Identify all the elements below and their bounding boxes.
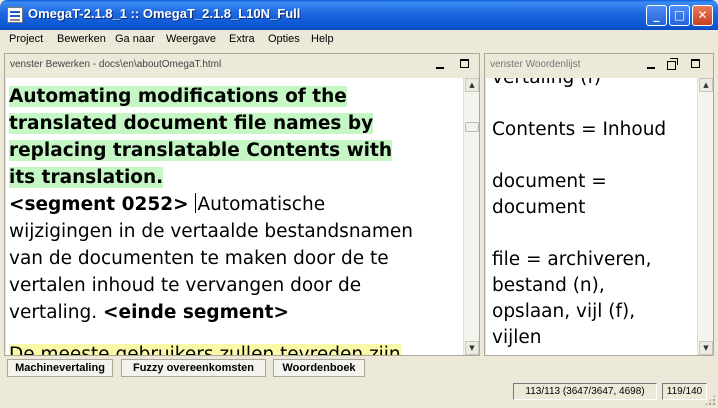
- glossary-line: [492, 143, 697, 169]
- glossary-scrollbar[interactable]: ▲ ▼: [697, 78, 713, 355]
- glossary-line: vijlen: [492, 327, 542, 348]
- minimize-button[interactable]: _: [646, 5, 667, 26]
- editor-pane-caption: venster Bewerken - docs\en\aboutOmegaT.h…: [10, 59, 222, 70]
- scroll-thumb[interactable]: [465, 122, 479, 132]
- source-text: Automating modifications of the: [9, 86, 347, 107]
- editor-scrollbar[interactable]: ▲ ▼: [463, 78, 479, 355]
- tab-woordenboek[interactable]: Woordenboek: [273, 359, 365, 377]
- glossary-line: [492, 91, 697, 117]
- segment-counter: 119/140: [662, 383, 707, 400]
- scroll-up-icon[interactable]: ▲: [465, 78, 479, 92]
- glossary-line: file = archiveren,: [492, 249, 652, 270]
- menu-opties[interactable]: Opties: [268, 33, 300, 45]
- glossary-text-area[interactable]: vertaling (f) Contents = Inhoud document…: [486, 78, 697, 355]
- scroll-down-icon[interactable]: ▼: [699, 341, 713, 355]
- scroll-down-icon[interactable]: ▼: [465, 341, 479, 355]
- progress-status: 113/113 (3647/3647, 4698): [513, 383, 657, 400]
- menu-weergave[interactable]: Weergave: [166, 33, 216, 45]
- glossary-line: opslaan, vijl (f),: [492, 301, 636, 322]
- app-icon[interactable]: [7, 7, 23, 23]
- segment-end-tag: <einde segment>: [103, 302, 289, 323]
- target-text[interactable]: van de documenten te maken door de te: [9, 248, 389, 269]
- window-title: OmegaT-2.1.8_1 :: OmegaT_2.1.8_L10N_Full: [28, 6, 301, 21]
- title-bar[interactable]: OmegaT-2.1.8_1 :: OmegaT_2.1.8_L10N_Full…: [0, 0, 718, 30]
- glossary-line: [492, 221, 697, 247]
- glossary-pane-header: venster Woordenlijst: [485, 54, 713, 78]
- source-text: its translation.: [9, 167, 164, 188]
- maximize-button[interactable]: □: [669, 5, 690, 26]
- editor-text-area[interactable]: Automating modifications of the translat…: [6, 78, 463, 355]
- segment-start-tag: <segment 0252>: [9, 194, 189, 215]
- menu-bewerken[interactable]: Bewerken: [57, 33, 106, 45]
- menu-help[interactable]: Help: [311, 33, 334, 45]
- pane-minimize-icon[interactable]: [647, 59, 655, 69]
- tab-machinevertaling[interactable]: Machinevertaling: [7, 359, 113, 377]
- pane-maximize-icon[interactable]: [691, 59, 700, 68]
- glossary-pane: venster Woordenlijst vertaling (f) Conte…: [484, 53, 714, 356]
- scroll-up-icon[interactable]: ▲: [699, 78, 713, 92]
- target-text[interactable]: wijzigingen in de vertaalde bestandsname…: [9, 221, 413, 242]
- glossary-line: document =: [492, 171, 607, 192]
- menu-bar: Project Bewerken Ga naar Weergave Extra …: [0, 30, 718, 48]
- target-text[interactable]: Automatische: [197, 194, 325, 215]
- glossary-line: document: [492, 197, 586, 218]
- menu-project[interactable]: Project: [9, 33, 43, 45]
- menu-ga-naar[interactable]: Ga naar: [115, 33, 155, 45]
- editor-pane-header: venster Bewerken - docs\en\aboutOmegaT.h…: [5, 54, 479, 78]
- glossary-line: Contents = Inhoud: [492, 119, 667, 140]
- glossary-pane-caption: venster Woordenlijst: [490, 59, 581, 70]
- pane-undock-icon[interactable]: [667, 58, 678, 70]
- target-text[interactable]: vertaling.: [9, 302, 97, 323]
- editor-pane: venster Bewerken - docs\en\aboutOmegaT.h…: [4, 53, 480, 356]
- target-text[interactable]: vertalen inhoud te vervangen door de: [9, 275, 361, 296]
- source-text: replacing translatable Contents with: [9, 140, 393, 161]
- tab-fuzzy-overeenkomsten[interactable]: Fuzzy overeenkomsten: [121, 359, 266, 377]
- next-source-text: De meeste gebruikers zullen tevreden zij…: [9, 344, 401, 355]
- pane-minimize-icon[interactable]: [436, 59, 444, 69]
- close-button[interactable]: ✕: [692, 5, 713, 26]
- glossary-line: bestand (n),: [492, 275, 605, 296]
- menu-extra[interactable]: Extra: [229, 33, 255, 45]
- pane-maximize-icon[interactable]: [460, 59, 469, 68]
- glossary-line: vertaling (f): [492, 78, 697, 91]
- source-text: translated document file names by: [9, 113, 374, 134]
